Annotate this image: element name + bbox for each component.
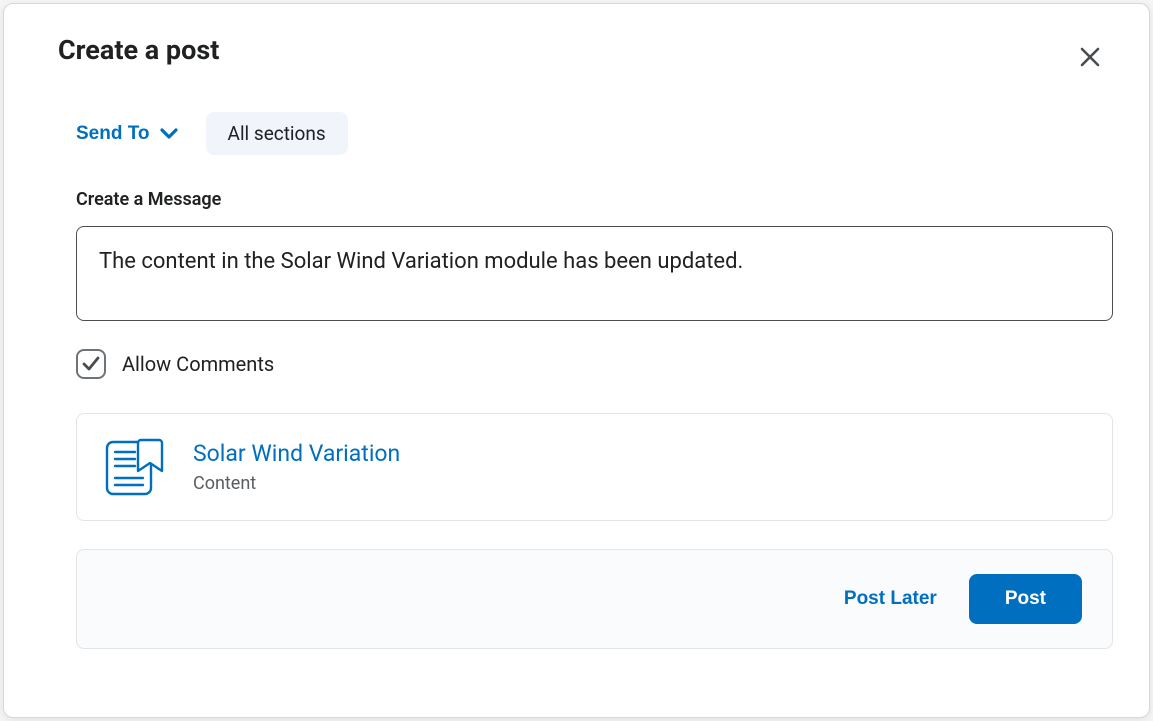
recipient-chip[interactable]: All sections <box>206 112 348 155</box>
message-text: The content in the Solar Wind Variation … <box>99 249 743 274</box>
checkmark-icon <box>81 354 101 374</box>
attachment-card[interactable]: Solar Wind Variation Content <box>76 413 1113 521</box>
content-module-icon <box>101 434 167 500</box>
message-field-label: Create a Message <box>76 189 1113 210</box>
send-to-label: Send To <box>76 123 150 145</box>
create-post-modal: Create a post Send To All sections Creat… <box>3 3 1150 718</box>
modal-title: Create a post <box>40 34 219 66</box>
close-icon <box>1079 46 1101 68</box>
attachment-info: Solar Wind Variation Content <box>193 440 400 494</box>
close-button[interactable] <box>1073 40 1107 74</box>
modal-body: Send To All sections Create a Message Th… <box>40 112 1113 649</box>
post-button[interactable]: Post <box>969 574 1082 624</box>
recipient-chip-label: All sections <box>228 122 326 145</box>
allow-comments-label: Allow Comments <box>122 352 274 376</box>
post-later-button[interactable]: Post Later <box>844 588 937 610</box>
allow-comments-checkbox[interactable] <box>76 349 106 379</box>
attachment-subtitle: Content <box>193 473 400 494</box>
allow-comments-row: Allow Comments <box>76 349 1113 379</box>
attachment-title: Solar Wind Variation <box>193 440 400 467</box>
send-to-dropdown[interactable]: Send To <box>76 123 178 145</box>
modal-header: Create a post <box>40 34 1113 74</box>
chevron-down-icon <box>160 128 178 140</box>
send-to-row: Send To All sections <box>76 112 1113 155</box>
message-input[interactable]: The content in the Solar Wind Variation … <box>76 226 1113 321</box>
modal-footer: Post Later Post <box>76 549 1113 649</box>
